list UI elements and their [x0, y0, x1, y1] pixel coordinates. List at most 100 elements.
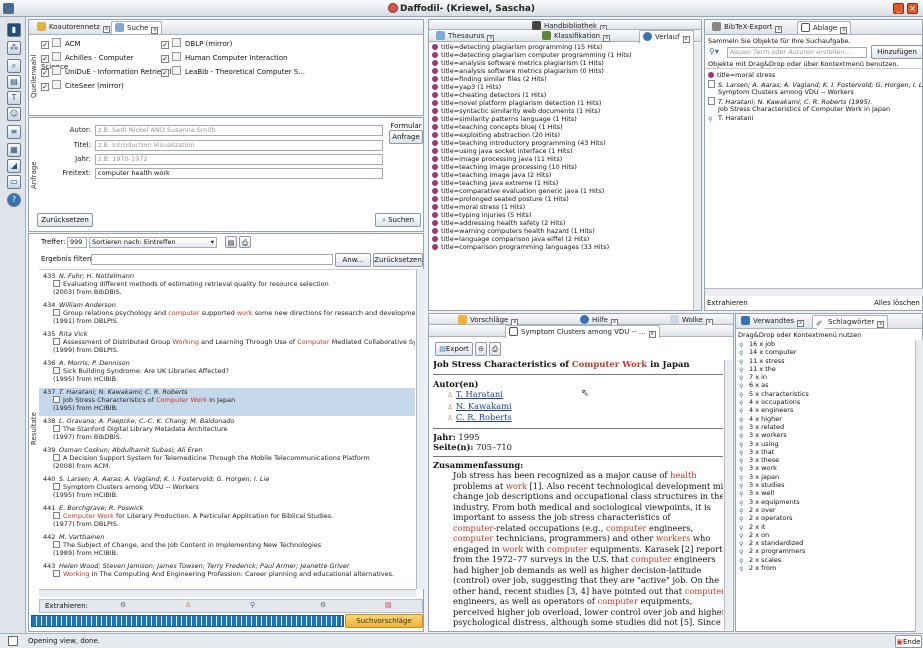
end-button[interactable]: ▣Ende: [895, 635, 922, 648]
extract-class-icon[interactable]: ⚙: [320, 601, 326, 609]
keyword-item[interactable]: ⚲ 3 x japan: [736, 473, 916, 482]
source-leabib[interactable]: ✓ LeaBib - Theoretical Computer S...: [161, 66, 311, 77]
history-item[interactable]: title=syntactic similarity web documents…: [429, 107, 693, 115]
history-item[interactable]: title=cheating detectors (1 Hits): [429, 91, 693, 99]
history-item[interactable]: title=novel platform plagiarism detectio…: [429, 99, 693, 107]
chart-icon[interactable]: ◢: [7, 159, 21, 173]
add-button[interactable]: Hinzufügen: [871, 45, 923, 59]
result-checkbox[interactable]: [53, 425, 60, 432]
clipboard-query-item[interactable]: title=moral stress: [708, 71, 775, 79]
history-item[interactable]: title=analysis software metrics plagiari…: [429, 59, 693, 67]
print-results-icon[interactable]: ⎙: [239, 236, 251, 248]
export-button[interactable]: ▤Export: [435, 342, 473, 356]
result-item[interactable]: 439 Osman Coskun; Abdulhamit Subasi; Ali …: [39, 446, 415, 474]
result-title[interactable]: Working In The Computing And Engineering…: [53, 570, 394, 578]
keyword-item[interactable]: ⚲ 3 x work: [736, 464, 916, 473]
history-item[interactable]: title=using java socket interface (1 Hit…: [429, 147, 693, 155]
keyword-item[interactable]: ⚲ 2 x on: [736, 531, 916, 540]
history-item[interactable]: title=teaching java extreme (1 Hits): [429, 179, 693, 187]
keyword-item[interactable]: ⚲ 11 x the: [736, 365, 916, 374]
result-item[interactable]: 438 L. Gravano; A. Paepcke; C.-C. K. Chan…: [39, 417, 415, 445]
clipboard-hscrollbar[interactable]: [705, 288, 923, 296]
result-title[interactable]: Sick Building Syndrome: Are UK Libraries…: [53, 367, 229, 375]
result-checkbox[interactable]: [53, 396, 60, 403]
checkbox[interactable]: ✓: [161, 41, 169, 49]
tab-verlauf[interactable]: Verlauf x: [639, 30, 694, 43]
result-item[interactable]: 440 S. Larsen; A. Aaras; A. Vagland; K. I…: [39, 475, 415, 503]
history-item[interactable]: title=yap3 (1 Hits): [429, 83, 693, 91]
keyword-item[interactable]: ⚲ 4 x higher: [736, 415, 916, 424]
history-item[interactable]: title=comparison programming languages (…: [429, 243, 693, 251]
print-icon[interactable]: ⎙: [489, 342, 501, 356]
tab-verwandtes[interactable]: Verwandtes x: [738, 315, 807, 328]
checkbox[interactable]: ✓: [41, 41, 49, 49]
history-item[interactable]: title=language comparison java eiffel (2…: [429, 235, 693, 243]
history-scrollbar[interactable]: [693, 43, 701, 310]
thesaurus-icon[interactable]: T: [7, 91, 21, 105]
author-link[interactable]: ♙ N. Kawakami: [447, 401, 723, 413]
history-item[interactable]: title=teaching introductory programming …: [429, 139, 693, 147]
result-checkbox[interactable]: [53, 309, 60, 316]
history-item[interactable]: title=teaching concepts bluej (1 Hits): [429, 123, 693, 131]
checkbox[interactable]: ✓: [161, 55, 169, 63]
checkbox[interactable]: ✓: [41, 83, 49, 91]
new-term-input[interactable]: Neuen Term oder Autoren erstellen...: [727, 47, 867, 58]
tab-schlagwoerter[interactable]: ✐ Schlagwörter x: [812, 315, 889, 329]
author-input[interactable]: z.B. Seth Nickel AND Susanna Smith: [95, 125, 383, 136]
result-title[interactable]: Group relations psychology and computer …: [53, 309, 415, 317]
keyword-item[interactable]: ⚲ 3 x workers: [736, 431, 916, 440]
tab-close-icon[interactable]: x: [877, 321, 885, 328]
tab-bibtex-export[interactable]: BibTeX-Export x: [709, 21, 785, 34]
keyword-item[interactable]: ⚲ 2 x scales: [736, 556, 916, 565]
history-item[interactable]: title=moral stress (1 Hits): [429, 203, 693, 211]
result-item[interactable]: 435 Rita Vick Assessment of Distributed Gr…: [39, 330, 415, 358]
history-item[interactable]: title=finding similar files (2 Hits): [429, 75, 693, 83]
tab-close-icon[interactable]: x: [487, 35, 495, 42]
extract-button[interactable]: Extrahieren: [707, 297, 753, 311]
keyword-item[interactable]: ⚲ 11 x stress: [736, 357, 916, 366]
history-item[interactable]: title=warning computers health hazard (1…: [429, 227, 693, 235]
result-item[interactable]: 437 T. Haratani; N. Kawakami; C. R. Rober…: [39, 388, 415, 416]
link-icon[interactable]: ⊝: [475, 342, 487, 356]
title-input[interactable]: z.B. Introduction Visualization: [95, 140, 383, 151]
results-scrollbar[interactable]: [416, 269, 424, 589]
history-item[interactable]: title=similarity patterns language (1 Hi…: [429, 115, 693, 123]
tab-close-icon[interactable]: x: [775, 26, 783, 33]
result-title[interactable]: Evaluating different methods of estimati…: [53, 280, 329, 288]
checkbox[interactable]: ✓: [41, 55, 49, 63]
source-hci[interactable]: ✓ Human Computer Interaction: [161, 52, 311, 63]
tab-ablage[interactable]: Ablage x: [797, 21, 852, 34]
keyword-item[interactable]: ⚲ 7 x in: [736, 373, 916, 382]
history-item[interactable]: title=addressing health safety (2 Hits): [429, 219, 693, 227]
source-acm[interactable]: ✓ ACM: [41, 38, 161, 49]
checkbox[interactable]: ✓: [161, 69, 169, 77]
checkbox[interactable]: ✓: [41, 69, 49, 77]
year-input[interactable]: z.B. 1970-1972: [95, 154, 383, 165]
result-item[interactable]: 442 M. Varttiainen The Subject of Change, …: [39, 533, 415, 561]
tab-close-icon[interactable]: x: [682, 36, 690, 43]
history-item[interactable]: title=teaching image processing (10 Hits…: [429, 163, 693, 171]
minimize-button[interactable]: _: [893, 3, 904, 14]
keyword-item[interactable]: ⚲ 3 x these: [736, 456, 916, 465]
freetext-input[interactable]: computer health work: [95, 168, 383, 179]
document-scrollbar[interactable]: [724, 360, 732, 630]
document-icon[interactable]: ▤: [7, 75, 21, 89]
keyword-item[interactable]: ⚲ 2 x it: [736, 523, 916, 532]
keyword-item[interactable]: ⚲ 3 x that: [736, 448, 916, 457]
tab-close-icon[interactable]: x: [840, 27, 848, 34]
tab-close-icon[interactable]: x: [151, 27, 159, 34]
history-item[interactable]: title=detecting plagiarism computer prog…: [429, 51, 693, 59]
tab-close-icon[interactable]: x: [797, 320, 805, 327]
search-button[interactable]: ⌕ Suchen: [375, 213, 421, 227]
window-icon[interactable]: ▭: [7, 175, 21, 189]
source-citeseer[interactable]: ✓ CiteSeer (mirror): [41, 80, 161, 91]
clipboard-icon[interactable]: ▦: [7, 143, 21, 157]
result-checkbox[interactable]: [53, 541, 60, 548]
network-icon[interactable]: ⁂: [7, 41, 21, 55]
keyword-item[interactable]: ⚲ 3 x studies: [736, 481, 916, 490]
author-name[interactable]: C. R. Roberts: [456, 412, 512, 422]
keyword-item[interactable]: ⚲ 16 x job: [736, 340, 916, 349]
result-title[interactable]: The Subject of Change, and the Job Conte…: [53, 541, 321, 549]
keyword-item[interactable]: ⚲ 2 x from: [736, 564, 916, 573]
term-type-icon[interactable]: ⚲▾: [709, 47, 719, 56]
